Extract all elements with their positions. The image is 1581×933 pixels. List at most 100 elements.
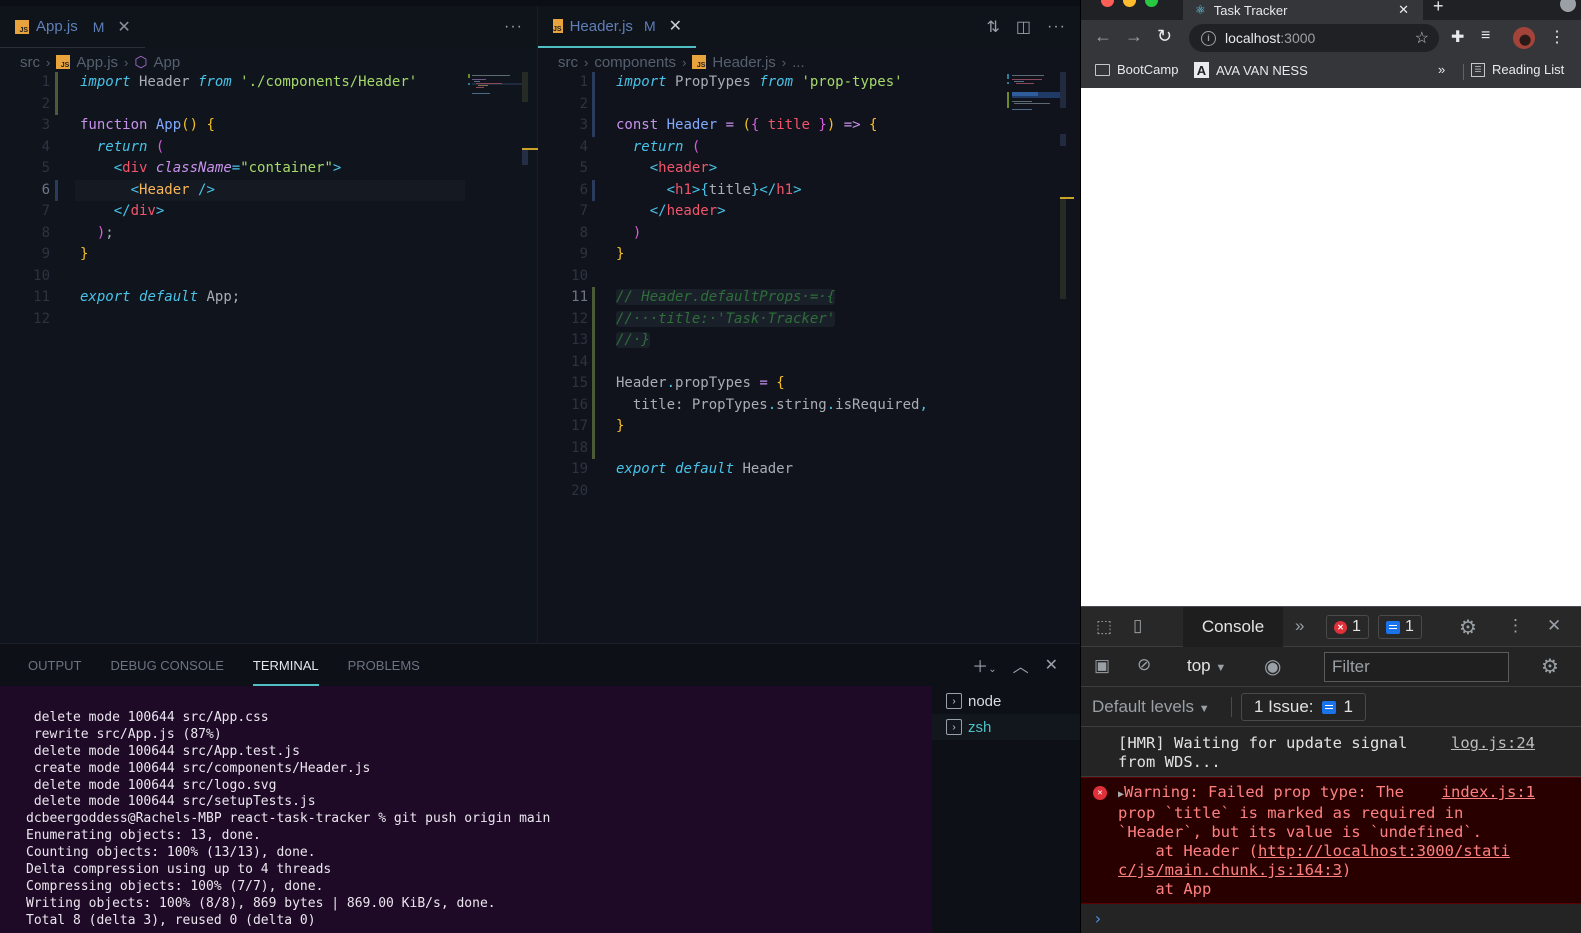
- code-line[interactable]: 7 </div>: [0, 201, 537, 223]
- breadcrumb-item[interactable]: Header.js: [712, 54, 775, 71]
- more-actions-icon[interactable]: ···: [504, 18, 523, 36]
- reload-icon[interactable]: ↻: [1157, 26, 1172, 47]
- code-line[interactable]: 8 ): [538, 223, 1080, 245]
- git-change-marker[interactable]: [592, 330, 595, 352]
- scrollbar-thumb[interactable]: [522, 72, 528, 102]
- breadcrumb-item[interactable]: App: [154, 54, 181, 71]
- stack-trace-link[interactable]: http://localhost:3000/stati: [1258, 842, 1510, 860]
- git-change-marker[interactable]: [592, 308, 595, 330]
- reading-list-button[interactable]: ☰ Reading List: [1471, 62, 1564, 77]
- breadcrumb-item[interactable]: ...: [792, 54, 805, 71]
- log-levels-dropdown[interactable]: Default levels ▼: [1092, 697, 1210, 717]
- address-bar[interactable]: i localhost:3000 ☆: [1189, 24, 1439, 52]
- more-options-icon[interactable]: ⋮: [1507, 616, 1524, 636]
- live-expression-eye-icon[interactable]: ◉: [1264, 654, 1281, 679]
- code-line[interactable]: 3 const Header = ({ title }) => {: [538, 115, 1080, 137]
- code-line[interactable]: 12: [0, 309, 537, 331]
- open-changes-icon[interactable]: ⇅: [986, 17, 999, 37]
- tab-search-icon[interactable]: [1560, 0, 1576, 12]
- split-editor-icon[interactable]: ◫: [1016, 17, 1031, 37]
- settings-gear-icon[interactable]: ⚙: [1459, 615, 1477, 640]
- message-count-badge[interactable]: 1: [1378, 615, 1422, 639]
- code-line[interactable]: 9}: [0, 244, 537, 266]
- info-icon[interactable]: i: [1201, 30, 1216, 46]
- maximize-panel-icon[interactable]: ︿: [1013, 653, 1029, 677]
- git-change-marker[interactable]: [592, 351, 595, 373]
- code-line[interactable]: 3 function App() {: [0, 115, 537, 137]
- panel-tab-problems[interactable]: PROBLEMS: [348, 644, 420, 686]
- git-change-marker[interactable]: [592, 437, 595, 459]
- code-line[interactable]: 13 //·}: [538, 330, 1080, 352]
- breadcrumb-item[interactable]: App.js: [76, 54, 118, 71]
- close-panel-icon[interactable]: ✕: [1045, 655, 1058, 675]
- code-line[interactable]: 6 <h1>{title}</h1>: [538, 179, 1080, 201]
- code-line[interactable]: 8 );: [0, 223, 537, 245]
- maximize-window-button[interactable]: [1145, 0, 1158, 7]
- media-control-icon[interactable]: ≡: [1481, 27, 1490, 45]
- code-line[interactable]: 5 <header>: [538, 158, 1080, 180]
- close-icon[interactable]: ✕: [669, 16, 682, 36]
- minimize-window-button[interactable]: [1123, 0, 1136, 7]
- close-window-button[interactable]: [1101, 0, 1114, 7]
- code-line[interactable]: 18: [538, 437, 1080, 459]
- minimap[interactable]: [1006, 72, 1066, 122]
- git-change-marker[interactable]: [55, 72, 58, 94]
- error-count-badge[interactable]: ✕ 1: [1326, 615, 1369, 639]
- breadcrumb-item[interactable]: components: [594, 54, 676, 71]
- code-line[interactable]: 1 import Header from './components/Header…: [0, 72, 537, 94]
- code-line[interactable]: 12 //···title:·'Task·Tracker': [538, 308, 1080, 330]
- git-change-marker[interactable]: [55, 179, 58, 201]
- git-change-marker[interactable]: [55, 93, 58, 115]
- git-change-marker[interactable]: [592, 394, 595, 416]
- code-line[interactable]: 2: [538, 93, 1080, 115]
- code-line[interactable]: 5 <div className="container">: [0, 158, 537, 180]
- page-viewport[interactable]: [1081, 88, 1581, 606]
- panel-tab-debug-console[interactable]: DEBUG CONSOLE: [110, 644, 223, 686]
- git-change-marker[interactable]: [592, 72, 595, 94]
- code-line[interactable]: 6 <Header />: [0, 179, 537, 201]
- git-change-marker[interactable]: [592, 93, 595, 115]
- new-terminal-icon[interactable]: ＋⌄: [972, 653, 996, 677]
- git-change-marker[interactable]: [592, 373, 595, 395]
- chevron-down-icon[interactable]: ⌄: [988, 664, 996, 675]
- code-line[interactable]: 20: [538, 481, 1080, 503]
- log-source-link[interactable]: log.js:24: [1451, 734, 1535, 753]
- browser-tab[interactable]: ⚛ Task Tracker ✕: [1183, 0, 1423, 20]
- code-line[interactable]: 1 import PropTypes from 'prop-types': [538, 72, 1080, 94]
- more-tabs-icon[interactable]: »: [1295, 616, 1304, 636]
- console-filter-input[interactable]: Filter: [1324, 652, 1509, 682]
- code-line[interactable]: 16 title: PropTypes.string.isRequired,: [538, 394, 1080, 416]
- code-line[interactable]: 9}: [538, 244, 1080, 266]
- code-line[interactable]: 10: [538, 266, 1080, 288]
- terminal-item-zsh[interactable]: › zsh: [932, 714, 1080, 740]
- code-line[interactable]: 2: [0, 93, 537, 115]
- code-line[interactable]: 11 // Header.defaultProps·=·{: [538, 287, 1080, 309]
- forward-icon[interactable]: →: [1125, 26, 1143, 47]
- terminal-item-node[interactable]: › node: [946, 688, 1080, 714]
- code-line[interactable]: 4 return (: [538, 137, 1080, 159]
- code-line[interactable]: 10: [0, 266, 537, 288]
- git-change-marker[interactable]: [592, 287, 595, 309]
- panel-tab-terminal[interactable]: TERMINAL: [252, 644, 319, 686]
- console-prompt[interactable]: ›: [1081, 904, 1581, 933]
- panel-tab-output[interactable]: OUTPUT: [28, 644, 81, 686]
- code-line[interactable]: 11 export default App;: [0, 287, 537, 309]
- minimap[interactable]: [466, 72, 526, 112]
- tab-header-js[interactable]: JS Header.js M ✕: [538, 6, 696, 48]
- bookmark-bootcamp[interactable]: BootCamp: [1095, 62, 1178, 77]
- close-devtools-icon[interactable]: ✕: [1547, 616, 1561, 636]
- inspect-element-icon[interactable]: ⬚: [1096, 617, 1112, 637]
- code-editor[interactable]: 1 import Header from './components/Header…: [0, 72, 537, 330]
- breadcrumb-item[interactable]: src: [20, 54, 40, 71]
- profile-avatar[interactable]: [1513, 27, 1535, 49]
- close-tab-icon[interactable]: ✕: [1398, 2, 1409, 18]
- more-actions-icon[interactable]: ···: [1047, 18, 1066, 36]
- code-line[interactable]: 15 Header.propTypes = {: [538, 373, 1080, 395]
- code-line[interactable]: 7 </header>: [538, 201, 1080, 223]
- tab-console[interactable]: Console: [1183, 607, 1283, 647]
- code-editor[interactable]: 1 import PropTypes from 'prop-types' 2 3 con…: [538, 72, 1080, 502]
- more-bookmarks-icon[interactable]: »: [1438, 62, 1445, 77]
- extensions-icon[interactable]: ✚: [1451, 27, 1464, 47]
- git-change-marker[interactable]: [592, 416, 595, 438]
- error-source-link[interactable]: index.js:1: [1442, 783, 1535, 802]
